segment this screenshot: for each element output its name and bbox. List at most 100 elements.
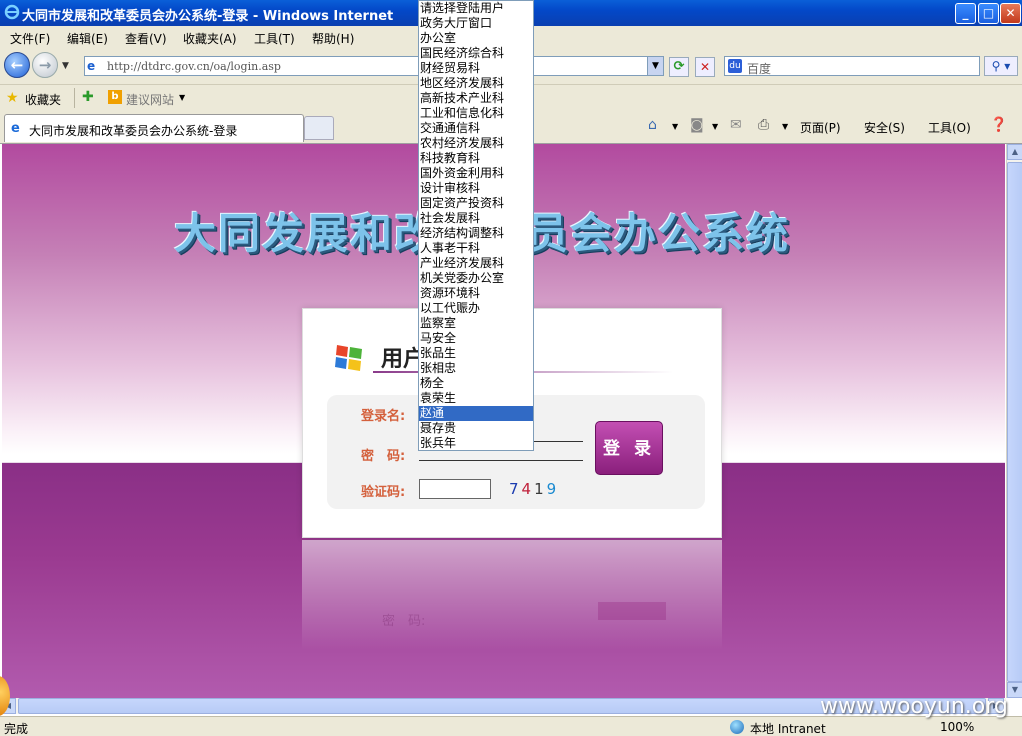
new-tab-button[interactable] bbox=[304, 116, 334, 140]
menu-file[interactable]: 文件(F) bbox=[10, 30, 50, 47]
chevron-down-icon[interactable]: ▼ bbox=[179, 93, 185, 102]
captcha-digit: 9 bbox=[546, 480, 560, 498]
dropdown-option[interactable]: 财经贸易科 bbox=[419, 61, 533, 76]
dropdown-option[interactable]: 杨全 bbox=[419, 376, 533, 391]
search-placeholder: 百度 bbox=[747, 62, 772, 76]
feeds-icon[interactable]: ◙ bbox=[690, 117, 704, 133]
back-arrow-icon[interactable]: ← bbox=[4, 52, 30, 78]
tab-login[interactable]: e 大同市发展和改革委员会办公系统-登录 bbox=[4, 114, 304, 142]
zoom-level[interactable]: 100% bbox=[940, 720, 974, 734]
captcha-digit: 1 bbox=[534, 480, 547, 498]
status-bar: 完成 本地 Intranet 100% bbox=[0, 716, 1022, 736]
dropdown-option[interactable]: 产业经济发展科 bbox=[419, 256, 533, 271]
menu-tools[interactable]: 工具(T) bbox=[254, 30, 295, 47]
dropdown-option[interactable]: 经济结构调整科 bbox=[419, 226, 533, 241]
search-input[interactable]: du 百度 bbox=[724, 56, 980, 76]
login-button[interactable]: 登 录 bbox=[595, 421, 663, 475]
baidu-paw-icon: du bbox=[728, 59, 742, 73]
chevron-down-icon[interactable]: ▼ bbox=[672, 122, 678, 131]
menu-favorites[interactable]: 收藏夹(A) bbox=[183, 30, 237, 47]
captcha-digit: 4 bbox=[521, 480, 535, 498]
vertical-scrollbar[interactable]: ▲ ▼ bbox=[1006, 144, 1022, 698]
address-field[interactable]: e http://dtdrc.gov.cn/oa/login.asp ▼ bbox=[84, 56, 664, 76]
captcha-field[interactable] bbox=[419, 479, 491, 499]
minimize-button[interactable]: _ bbox=[955, 3, 976, 24]
stop-icon[interactable]: ✕ bbox=[695, 57, 715, 77]
add-favorite-icon[interactable]: ✚ bbox=[82, 89, 94, 105]
favorites-button[interactable]: 收藏夹 bbox=[25, 91, 61, 108]
dropdown-option[interactable]: 工业和信息化科 bbox=[419, 106, 533, 121]
dropdown-option[interactable]: 设计审核科 bbox=[419, 181, 533, 196]
dropdown-option[interactable]: 张兵年 bbox=[419, 436, 533, 450]
divider bbox=[74, 88, 75, 108]
home-icon[interactable]: ⌂ bbox=[648, 117, 657, 133]
page-icon: e bbox=[87, 59, 96, 73]
zone-text: 本地 Intranet bbox=[750, 722, 826, 736]
menu-view[interactable]: 查看(V) bbox=[125, 30, 167, 47]
close-button[interactable]: ✕ bbox=[1000, 3, 1021, 24]
mail-icon[interactable]: ✉ bbox=[730, 117, 742, 133]
help-icon[interactable]: ❓ bbox=[990, 117, 1007, 133]
dropdown-option[interactable]: 聂存贵 bbox=[419, 421, 533, 436]
address-url[interactable]: http://dtdrc.gov.cn/oa/login.asp bbox=[107, 60, 281, 73]
menu-edit[interactable]: 编辑(E) bbox=[67, 30, 108, 47]
reflection-button bbox=[598, 602, 666, 620]
menu-help[interactable]: 帮助(H) bbox=[312, 30, 354, 47]
password-label: 密 码: bbox=[361, 449, 406, 464]
dropdown-option[interactable]: 地区经济发展科 bbox=[419, 76, 533, 91]
user-select-dropdown[interactable]: 请选择登陆用户 政务大厅窗口 办公室 国民经济综合科 财经贸易科 地区经济发展科 高新技术产… bbox=[418, 0, 534, 451]
dropdown-option[interactable]: 马安全 bbox=[419, 331, 533, 346]
forward-arrow-icon[interactable]: → bbox=[32, 52, 58, 78]
dropdown-option[interactable]: 科技教育科 bbox=[419, 151, 533, 166]
globe-icon bbox=[730, 720, 744, 734]
status-text: 完成 bbox=[4, 722, 29, 736]
dropdown-option[interactable]: 袁荣生 bbox=[419, 391, 533, 406]
favorites-star-icon[interactable]: ★ bbox=[6, 90, 19, 106]
maximize-button[interactable]: □ bbox=[978, 3, 999, 24]
page-menu[interactable]: 页面(P) bbox=[800, 119, 841, 136]
dropdown-option[interactable]: 固定资产投资科 bbox=[419, 196, 533, 211]
dropdown-option[interactable]: 人事老干科 bbox=[419, 241, 533, 256]
dropdown-option[interactable]: 张品生 bbox=[419, 346, 533, 361]
captcha-image: 7419 bbox=[509, 480, 559, 498]
chevron-down-icon[interactable]: ▼ bbox=[712, 122, 718, 131]
panel-reflection: 密 码: bbox=[302, 540, 722, 650]
captcha-digit: 7 bbox=[509, 480, 522, 498]
tab-label: 大同市发展和改革委员会办公系统-登录 bbox=[29, 124, 238, 138]
dropdown-option[interactable]: 机关党委办公室 bbox=[419, 271, 533, 286]
scroll-up-icon[interactable]: ▲ bbox=[1007, 144, 1022, 160]
dropdown-option[interactable]: 办公室 bbox=[419, 31, 533, 46]
dropdown-option[interactable]: 赵通 bbox=[419, 406, 533, 421]
watermark: www.wooyun.org bbox=[820, 694, 1008, 719]
dropdown-option[interactable]: 请选择登陆用户 bbox=[419, 1, 533, 16]
search-button[interactable]: ⚲ ▾ bbox=[984, 56, 1018, 76]
reflection-text: 密 码: bbox=[382, 614, 426, 629]
dropdown-option[interactable]: 监察室 bbox=[419, 316, 533, 331]
windows-flag-icon bbox=[331, 339, 367, 375]
dropdown-option[interactable]: 高新技术产业科 bbox=[419, 91, 533, 106]
ie-tab-icon: e bbox=[11, 121, 20, 136]
dropdown-option[interactable]: 政务大厅窗口 bbox=[419, 16, 533, 31]
ie-logo-icon bbox=[4, 4, 20, 20]
safety-menu[interactable]: 安全(S) bbox=[864, 119, 905, 136]
dropdown-option[interactable]: 国外资金利用科 bbox=[419, 166, 533, 181]
history-dropdown-icon[interactable]: ▼ bbox=[62, 61, 69, 71]
scroll-down-icon[interactable]: ▼ bbox=[1007, 682, 1022, 698]
dropdown-option[interactable]: 农村经济发展科 bbox=[419, 136, 533, 151]
username-label: 登录名: bbox=[361, 409, 406, 424]
tools-menu[interactable]: 工具(O) bbox=[928, 119, 971, 136]
dropdown-option[interactable]: 社会发展科 bbox=[419, 211, 533, 226]
dropdown-option[interactable]: 交通通信科 bbox=[419, 121, 533, 136]
dropdown-option[interactable]: 资源环境科 bbox=[419, 286, 533, 301]
window-title: 大同市发展和改革委员会办公系统-登录 - Windows Internet bbox=[22, 9, 394, 24]
suggested-sites-link[interactable]: 建议网站 bbox=[126, 91, 174, 108]
dropdown-option[interactable]: 国民经济综合科 bbox=[419, 46, 533, 61]
scroll-thumb[interactable] bbox=[1007, 162, 1022, 682]
dropdown-option[interactable]: 张相忠 bbox=[419, 361, 533, 376]
address-dropdown-icon[interactable]: ▼ bbox=[647, 57, 663, 75]
suggested-sites-icon: b bbox=[108, 90, 122, 104]
print-icon[interactable]: ⎙ bbox=[758, 117, 769, 133]
refresh-icon[interactable]: ⟳ bbox=[669, 57, 689, 77]
dropdown-option[interactable]: 以工代赈办 bbox=[419, 301, 533, 316]
chevron-down-icon[interactable]: ▼ bbox=[782, 122, 788, 131]
